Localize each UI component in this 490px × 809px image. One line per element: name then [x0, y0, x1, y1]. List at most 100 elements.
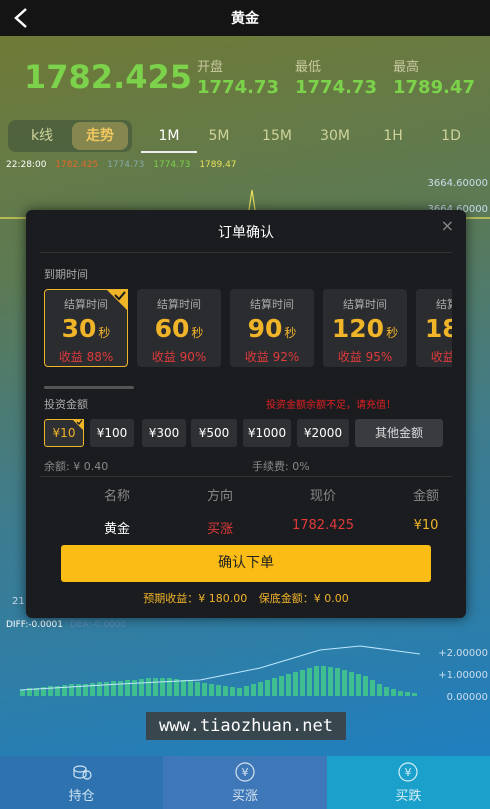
tab-30m[interactable]: 30M — [312, 122, 358, 150]
balance-text: 余额: ¥ 0.40 — [44, 460, 109, 473]
chart-info-line: 22:28:00 1782.425 1774.73 1774.73 1789.4… — [6, 160, 243, 170]
tab-1d[interactable]: 1D — [428, 122, 474, 150]
macd-bar — [349, 672, 354, 696]
fee-text: 手续费: 0% — [252, 460, 310, 473]
close-icon[interactable]: × — [441, 216, 454, 235]
macd-bar — [188, 681, 193, 696]
selected-check-icon — [72, 419, 84, 431]
expiry-seconds: 60 — [154, 314, 190, 343]
svg-text:¥: ¥ — [405, 766, 412, 779]
macd-bar — [167, 678, 172, 696]
expiry-profit: 收益 92% — [244, 350, 300, 364]
macd-bar — [335, 668, 340, 696]
amount-option-1000[interactable]: ¥1000 — [243, 419, 291, 447]
tab-trend[interactable]: 走势 — [72, 122, 128, 150]
info-time: 22:28:00 — [6, 160, 47, 170]
modal-divider — [40, 252, 452, 253]
summary-head-name: 名称 — [103, 489, 130, 504]
expiry-option-label: 结算时间 — [343, 298, 387, 311]
macd-bar — [20, 690, 25, 696]
nav-positions-label: 持仓 — [68, 789, 95, 804]
coins-icon — [73, 765, 92, 780]
expiry-option-90[interactable]: 结算时间 90 秒 收益 92% — [230, 289, 314, 367]
macd-axis-mid: +1.00000 — [438, 670, 488, 681]
high-value: 1789.47 — [393, 77, 475, 98]
yen-up-icon: ¥ — [235, 762, 255, 782]
summary-price-col: 现价 1782.425 — [273, 477, 373, 533]
expiry-option-120[interactable]: 结算时间 120 秒 收益 95% — [323, 289, 407, 367]
high-stat: 最高 1789.47 — [393, 56, 475, 98]
invest-label: 投资金额 — [44, 398, 88, 411]
nav-buy-down[interactable]: ¥ 买跌 — [326, 756, 490, 809]
macd-bar — [265, 680, 270, 696]
expiry-option-label: 结算时间 — [157, 298, 201, 311]
macd-bar — [391, 689, 396, 696]
amount-option-500[interactable]: ¥500 — [191, 419, 237, 447]
tab-15m[interactable]: 15M — [254, 122, 300, 150]
nav-buy-down-label: 买跌 — [395, 789, 422, 804]
expiry-scrollbar[interactable] — [44, 386, 134, 389]
summary-head-price: 现价 — [309, 489, 336, 504]
quote-panel: 1782.425 开盘 1774.73 最低 1774.73 最高 1789.4… — [0, 36, 490, 116]
tab-1h[interactable]: 1H — [370, 122, 416, 150]
summary-head-direction: 方向 — [206, 489, 233, 504]
macd-bar — [223, 686, 228, 696]
expiry-option-30[interactable]: 结算时间 30 秒 收益 88% — [44, 289, 128, 367]
selected-check-icon — [106, 289, 128, 311]
summary-name-value: 黄金 — [103, 522, 130, 537]
macd-bar — [48, 686, 53, 696]
order-confirm-modal: 订单确认 × 到期时间 结算时间 30 秒 收益 88% 结算时间 60 秒 收益 … — [26, 210, 466, 618]
summary-direction-value: 买涨 — [206, 522, 233, 537]
confirm-order-button[interactable]: 确认下单 — [61, 545, 431, 582]
amount-option-100[interactable]: ¥100 — [90, 419, 134, 447]
nav-buy-up[interactable]: ¥ 买涨 — [163, 756, 327, 809]
tab-1m[interactable]: 1M — [141, 122, 197, 150]
expiry-option-label: 结算时间 — [250, 298, 294, 311]
amount-option-300[interactable]: ¥300 — [142, 419, 186, 447]
tab-kline[interactable]: k线 — [16, 122, 68, 150]
macd-bar — [125, 680, 130, 696]
low-label: 最低 — [295, 60, 322, 75]
svg-text:¥: ¥ — [241, 766, 248, 779]
yen-down-icon: ¥ — [398, 762, 418, 782]
nav-positions[interactable]: 持仓 — [0, 756, 164, 809]
macd-bar — [209, 684, 214, 696]
expiry-profit: 收益 95% — [337, 350, 393, 364]
macd-bar — [132, 680, 137, 696]
macd-bar — [321, 666, 326, 696]
expiry-option-60[interactable]: 结算时间 60 秒 收益 90% — [137, 289, 221, 367]
bottom-nav: 持仓 ¥ 买涨 ¥ 买跌 — [0, 756, 490, 809]
macd-bar — [307, 668, 312, 696]
watermark: www.tiaozhuan.net — [146, 712, 346, 740]
macd-bar — [293, 672, 298, 696]
expiry-unit: 秒 — [284, 326, 297, 340]
amount-option-2000[interactable]: ¥2000 — [297, 419, 349, 447]
macd-bar — [412, 693, 417, 696]
expiry-unit: 秒 — [98, 326, 111, 340]
macd-bar — [356, 674, 361, 696]
expiry-option-180[interactable]: 结算时间 180秒 收益 98% — [416, 289, 452, 367]
macd-bar — [146, 678, 151, 696]
tab-5m[interactable]: 5M — [196, 122, 242, 150]
summary-head-amount: 金额 — [412, 489, 439, 504]
back-arrow-icon[interactable] — [8, 4, 36, 32]
macd-bar — [286, 674, 291, 696]
amount-option-other[interactable]: 其他金额 — [355, 419, 443, 447]
amount-option-10[interactable]: ¥10 — [44, 419, 84, 447]
expiry-seconds: 180 — [424, 314, 452, 343]
expiry-profit: 收益 88% — [58, 350, 114, 364]
macd-bar — [363, 676, 368, 696]
macd-bar — [272, 678, 277, 696]
summary-name-col: 名称 黄金 — [67, 477, 167, 537]
low-value: 1774.73 — [295, 77, 377, 98]
expiry-seconds: 90 — [247, 314, 283, 343]
macd-bar — [160, 678, 165, 696]
expiry-option-label: 结算时间 — [436, 298, 452, 311]
page-title: 黄金 — [231, 11, 259, 27]
macd-axis-top: +2.00000 — [438, 648, 488, 659]
macd-bar — [69, 684, 74, 696]
info-price: 1782.425 — [55, 160, 99, 170]
macd-bar — [118, 681, 123, 696]
macd-bar — [62, 685, 67, 696]
macd-bar — [90, 683, 95, 696]
